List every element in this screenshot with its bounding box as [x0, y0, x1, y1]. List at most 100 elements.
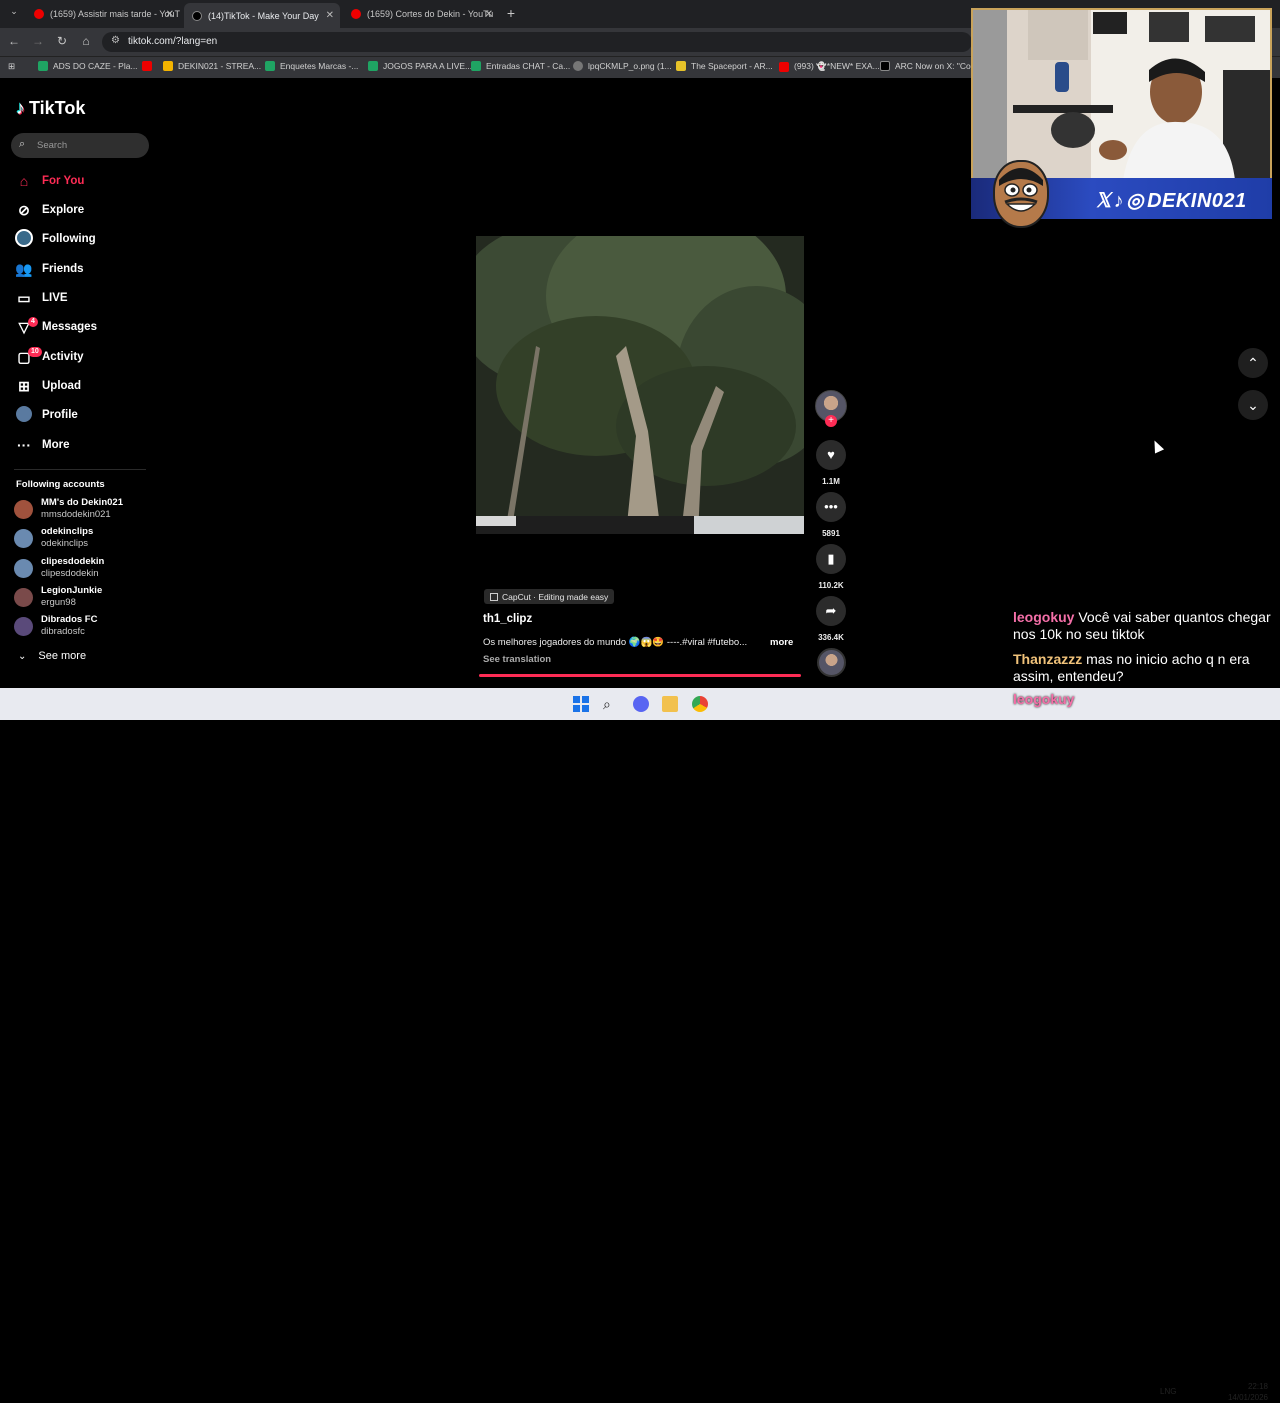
bookmark-jogos[interactable]: JOGOS PARA A LIVE... [368, 61, 472, 71]
bookmark-ads-do-caze[interactable]: ADS DO CAZE - Pla... [38, 61, 138, 71]
live-icon: ▭ [17, 289, 31, 306]
video-player[interactable] [476, 236, 804, 534]
bookmark-spaceport[interactable]: The Spaceport - AR... [676, 61, 773, 71]
nav-for-you[interactable]: ⌂ For You [14, 170, 85, 192]
caption-more-button[interactable]: more [770, 637, 793, 648]
close-tab-icon[interactable]: ✕ [485, 9, 493, 20]
reload-icon[interactable]: ↻ [54, 34, 70, 48]
system-clock[interactable]: 22:18 14/01/2026 [1226, 1381, 1268, 1403]
account-item[interactable]: odekinclips odekinclips [14, 526, 154, 552]
lang-indicator[interactable]: LNG [1160, 1387, 1176, 1396]
video-caption: Os melhores jogadores do mundo 🌍😱🤩 ----.… [483, 637, 748, 648]
account-item[interactable]: LegionJunkie ergun98 [14, 585, 154, 611]
account-item[interactable]: MM's do Dekin021 mmsdodekin021 [14, 497, 154, 523]
capcut-tag[interactable]: CapCut · Editing made easy [484, 589, 615, 604]
follow-plus-icon[interactable]: + [825, 415, 837, 427]
avatar [14, 559, 33, 578]
browser-tab-youtube-cortes[interactable]: (1659) Cortes do Dekin - YouTu ✕ [343, 3, 499, 25]
following-avatar-icon [14, 228, 34, 250]
mascot-face [999, 168, 1043, 212]
tiktok-note-icon: ♪ [16, 98, 25, 118]
search-icon[interactable]: ⌕ [603, 696, 619, 712]
messages-icon: ▽ 4 [14, 316, 38, 336]
nav-friends[interactable]: 👥 Friends [14, 258, 83, 280]
previous-video-button[interactable]: ⌃ [1238, 348, 1268, 378]
forward-icon[interactable]: → [30, 34, 46, 48]
account-name: clipesdodekin [41, 556, 105, 567]
capcut-label: CapCut · Editing made easy [502, 592, 609, 602]
bookmark-enquetes[interactable]: Enquetes Marcas -... [265, 61, 358, 71]
bookmark-dekin-stream[interactable]: DEKIN021 - STREA... [163, 61, 261, 71]
home-icon[interactable]: ⌂ [78, 34, 94, 48]
close-tab-icon[interactable]: ✕ [166, 9, 174, 20]
account-name: MM's do Dekin021 [41, 497, 123, 508]
save-button[interactable]: ▮ [816, 544, 846, 574]
brand-text: DEKIN021 [1147, 190, 1247, 212]
share-icon: ➦ [825, 603, 837, 618]
bookmark-entradas-chat[interactable]: Entradas CHAT - Ca... [471, 61, 570, 71]
nav-following[interactable]: Following [14, 228, 96, 250]
share-count: 336.4K [818, 633, 844, 642]
bookmark-arc-now[interactable]: ARC Now on X: "Co... [880, 61, 978, 71]
nav-messages[interactable]: ▽ 4 Messages [14, 316, 97, 338]
apps-icon[interactable]: ⊞ [8, 61, 15, 72]
chrome-icon[interactable] [692, 696, 708, 712]
chat-username: leogokuy [1013, 609, 1075, 625]
friends-icon: 👥 [15, 260, 33, 277]
bookmark-youtube[interactable] [142, 61, 157, 71]
sheets-icon [368, 61, 378, 71]
chevron-down-icon: ⌄ [1247, 397, 1259, 413]
browser-tab-youtube-watch-later[interactable]: (1659) Assistir mais tarde - YouT ✕ [26, 3, 180, 25]
comment-icon: ••• [824, 499, 838, 514]
share-button[interactable]: ➦ [816, 596, 846, 626]
avatar [14, 529, 33, 548]
close-tab-icon[interactable]: ✕ [326, 10, 334, 21]
compass-icon: ⊘ [18, 201, 30, 218]
back-icon[interactable]: ← [6, 34, 22, 48]
bookmark-png[interactable]: lpqCKMLP_o.png (1... [573, 61, 672, 71]
tiktok-logo[interactable]: ♪ TikTok [16, 98, 85, 119]
discord-icon[interactable] [633, 696, 649, 712]
like-button[interactable]: ♥ [816, 440, 846, 470]
nav-explore[interactable]: ⊘ Explore [14, 199, 84, 221]
tab-search-icon[interactable]: ⌄ [6, 6, 22, 17]
bookmark-label: Enquetes Marcas -... [280, 61, 359, 71]
see-more-button[interactable]: ⌄ See more [18, 650, 86, 662]
nav-activity[interactable]: ▢ 10 Activity [14, 346, 84, 368]
bookmark-icon: ▮ [827, 551, 835, 566]
search-placeholder: Search [37, 140, 68, 151]
drive-icon [163, 61, 173, 71]
video-progress-bar[interactable] [479, 674, 801, 677]
windows-start-icon[interactable] [573, 696, 589, 712]
youtube-icon [142, 61, 152, 71]
account-item[interactable]: clipesdodekin clipesdodekin [14, 556, 154, 582]
music-disc-avatar[interactable] [817, 648, 846, 677]
site-info-icon[interactable]: ⚙ [111, 35, 120, 46]
nav-profile[interactable]: Profile [14, 404, 78, 426]
chevron-up-icon: ⌃ [1247, 355, 1259, 371]
browser-tab-tiktok[interactable]: (14)TikTok - Make Your Day ✕ [184, 3, 340, 28]
bookmark-youtube-exa[interactable]: (993) 👻*NEW* EXA... [779, 61, 880, 72]
next-video-button[interactable]: ⌄ [1238, 390, 1268, 420]
see-translation-button[interactable]: See translation [483, 654, 551, 665]
nav-more[interactable]: ··· More [14, 434, 69, 456]
file-explorer-icon[interactable] [662, 696, 678, 712]
nav-label: Profile [42, 409, 78, 421]
search-input[interactable]: ⌕ Search [11, 133, 149, 158]
messages-badge: 4 [28, 316, 38, 327]
nav-label: LIVE [42, 292, 68, 304]
new-tab-button[interactable]: + [503, 5, 519, 21]
activity-badge: 10 [28, 346, 42, 357]
comment-button[interactable]: ••• [816, 492, 846, 522]
address-bar[interactable]: ⚙ tiktok.com/?lang=en [102, 32, 972, 52]
nav-label: Following [42, 233, 96, 245]
account-handle: ergun98 [41, 597, 76, 608]
video-author[interactable]: th1_clipz [483, 613, 532, 625]
see-more-label: See more [38, 650, 87, 662]
bookmark-label: lpqCKMLP_o.png (1... [588, 61, 672, 71]
bookmark-label: ARC Now on X: "Co... [895, 61, 978, 71]
search-icon: ⌕ [19, 138, 26, 150]
nav-upload[interactable]: ⊞ Upload [14, 375, 81, 397]
account-item[interactable]: Dibrados FC dibradosfc [14, 614, 154, 640]
nav-live[interactable]: ▭ LIVE [14, 287, 68, 309]
